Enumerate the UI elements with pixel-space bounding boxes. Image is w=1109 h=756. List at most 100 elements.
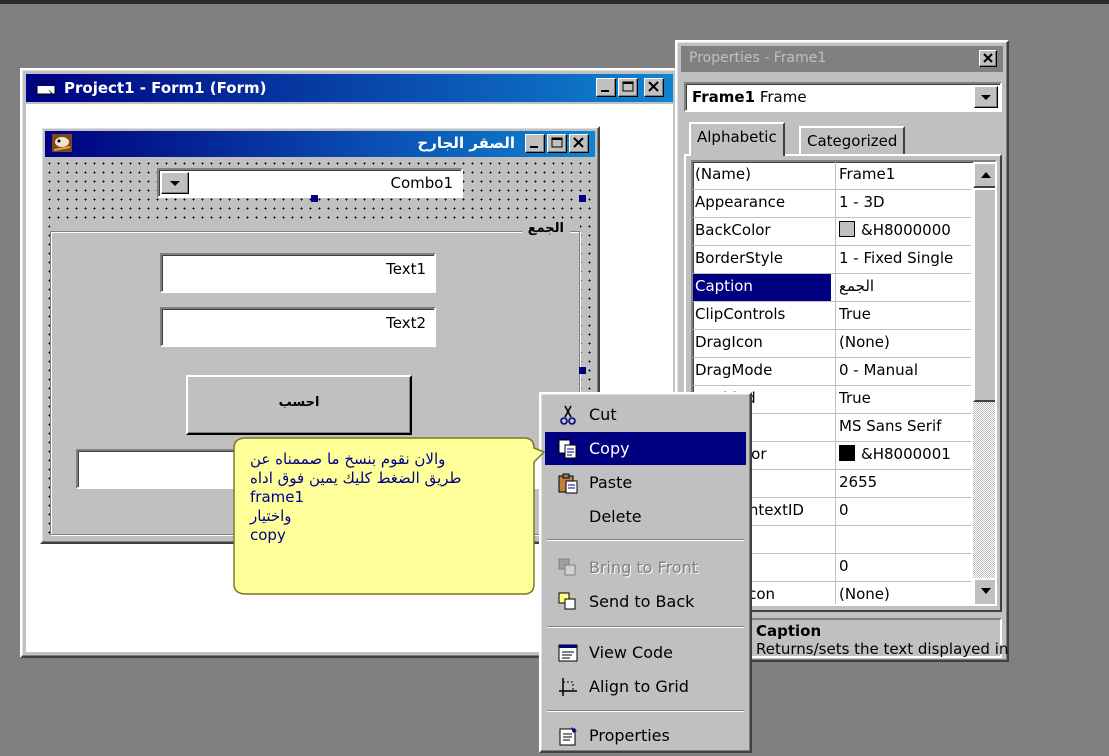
property-row[interactable]: Appearance 1 - 3D xyxy=(693,190,971,218)
property-column-divider xyxy=(835,358,836,386)
combo1-text: Combo1 xyxy=(390,174,453,192)
dropdown-arrow-icon xyxy=(981,95,991,100)
menu-item-paste[interactable]: Paste xyxy=(545,466,746,499)
maximize-button[interactable] xyxy=(618,78,638,97)
callout-line: طريق الضغط كليك يمين فوق اداه xyxy=(250,469,462,487)
property-value-text: 1 - 3D xyxy=(839,193,885,211)
form1-maximize-button[interactable] xyxy=(547,134,567,153)
close-button[interactable] xyxy=(644,78,664,97)
property-description-title: Caption xyxy=(756,622,822,640)
property-column-divider xyxy=(835,274,836,302)
combo1-dropdown-button[interactable] xyxy=(161,172,189,194)
properties-titlebar[interactable]: Properties - Frame1 xyxy=(681,46,1003,72)
context-menu: Cut Copy Paste Delete Bring to Front Sen… xyxy=(539,392,752,753)
property-column-divider xyxy=(835,526,836,554)
property-value[interactable]: (None) xyxy=(839,333,973,351)
menu-item-send-to-back-label: Send to Back xyxy=(589,592,695,611)
property-value[interactable]: (None) xyxy=(839,585,973,603)
property-value[interactable]: 2655 xyxy=(839,473,973,491)
property-name: DragIcon xyxy=(695,333,763,351)
property-name: Appearance xyxy=(695,193,786,211)
property-row[interactable]: ClipControls True xyxy=(693,302,971,330)
text1-input[interactable]: Text1 xyxy=(160,253,436,293)
properties-icon xyxy=(559,727,577,746)
property-value[interactable]: &H8000000 xyxy=(839,221,973,239)
property-value[interactable]: MS Sans Serif xyxy=(839,417,973,435)
property-row[interactable]: BackColor &H8000000 xyxy=(693,218,971,246)
form-designer-titlebar[interactable]: Project1 - Form1 (Form) xyxy=(26,74,673,102)
property-column-divider xyxy=(835,162,836,190)
property-value-text: الجمع xyxy=(839,277,875,295)
callout-text: والان نقوم بنسخ ما صممناه عن طريق الضغط … xyxy=(250,450,536,545)
callout-line: واختيار xyxy=(250,507,292,525)
menu-item-align-to-grid[interactable]: Align to Grid xyxy=(545,670,746,703)
scroll-thumb[interactable] xyxy=(973,188,995,402)
callout-line: frame1 xyxy=(250,488,305,506)
property-column-divider xyxy=(835,218,836,246)
property-value[interactable]: 1 - 3D xyxy=(839,193,973,211)
property-row[interactable]: DragIcon (None) xyxy=(693,330,971,358)
minimize-icon xyxy=(530,146,538,148)
property-value[interactable]: True xyxy=(839,305,973,323)
property-column-divider xyxy=(835,442,836,470)
align-grid-icon xyxy=(559,678,577,696)
properties-close-button[interactable] xyxy=(979,50,997,67)
property-grid-scrollbar[interactable] xyxy=(973,162,995,604)
form1-close-button[interactable] xyxy=(569,134,589,153)
form1-minimize-button[interactable] xyxy=(525,134,545,153)
text2-input[interactable]: Text2 xyxy=(160,307,436,347)
view-code-icon xyxy=(558,644,578,662)
property-description-text: Returns/sets the text displayed in xyxy=(756,640,1009,658)
property-value[interactable]: 0 - Manual xyxy=(839,361,973,379)
selection-handle[interactable] xyxy=(579,195,586,202)
form1-titlebar[interactable]: الصقر الجارح xyxy=(45,131,595,157)
object-selector-value: Frame1 Frame xyxy=(692,88,807,106)
menu-item-send-to-back[interactable]: Send to Back xyxy=(545,585,746,618)
selection-handle[interactable] xyxy=(579,367,586,374)
property-row[interactable]: Caption الجمع xyxy=(693,274,971,302)
property-column-divider xyxy=(835,386,836,414)
property-row[interactable]: DragMode 0 - Manual xyxy=(693,358,971,386)
calculate-button[interactable]: احسب xyxy=(186,375,412,435)
tutorial-callout: والان نقوم بنسخ ما صممناه عن طريق الضغط … xyxy=(228,434,548,599)
form-window-icon xyxy=(36,81,56,95)
property-value[interactable]: 0 xyxy=(839,557,973,575)
callout-line: copy xyxy=(250,526,286,544)
menu-item-properties[interactable]: Properties xyxy=(545,719,746,752)
copy-icon xyxy=(558,439,577,459)
menu-item-view-code[interactable]: View Code xyxy=(545,636,746,669)
property-name: Caption xyxy=(693,274,831,301)
maximize-icon xyxy=(622,81,634,92)
property-column-divider xyxy=(835,302,836,330)
tab-alphabetic[interactable]: Alphabetic xyxy=(689,122,785,156)
object-type: Frame xyxy=(759,88,807,106)
menu-item-bring-to-front[interactable]: Bring to Front xyxy=(545,551,746,584)
menu-item-copy[interactable]: Copy xyxy=(545,432,746,465)
close-icon xyxy=(983,53,993,63)
minimize-button[interactable] xyxy=(596,78,616,97)
scroll-up-button[interactable] xyxy=(973,162,995,188)
object-selector-dropdown-button[interactable] xyxy=(974,86,998,108)
property-value-text: 2655 xyxy=(839,473,878,491)
form1-title: الصقر الجارح xyxy=(417,134,515,152)
property-value[interactable]: الجمع xyxy=(839,277,973,295)
tab-categorized[interactable]: Categorized xyxy=(799,126,906,156)
scroll-down-button[interactable] xyxy=(973,578,995,604)
callout-line: والان نقوم بنسخ ما صممناه عن xyxy=(250,450,446,468)
object-selector[interactable]: Frame1 Frame xyxy=(684,82,1002,112)
combo1[interactable]: Combo1 xyxy=(157,168,463,198)
property-row[interactable]: (Name) Frame1 xyxy=(693,162,971,190)
selection-handle[interactable] xyxy=(311,195,318,202)
property-value[interactable]: 1 - Fixed Single xyxy=(839,249,973,267)
property-value-text: 1 - Fixed Single xyxy=(839,249,954,267)
menu-item-delete[interactable]: Delete xyxy=(545,500,746,533)
property-value-text: 0 xyxy=(839,557,849,575)
property-value[interactable]: Frame1 xyxy=(839,165,973,183)
scroll-up-icon xyxy=(981,172,991,178)
tab-alphabetic-label: Alphabetic xyxy=(697,128,777,146)
property-value[interactable]: 0 xyxy=(839,501,973,519)
menu-item-cut[interactable]: Cut xyxy=(545,398,746,431)
property-value[interactable]: True xyxy=(839,389,973,407)
property-row[interactable]: BorderStyle 1 - Fixed Single xyxy=(693,246,971,274)
property-value[interactable]: &H8000001 xyxy=(839,445,973,463)
